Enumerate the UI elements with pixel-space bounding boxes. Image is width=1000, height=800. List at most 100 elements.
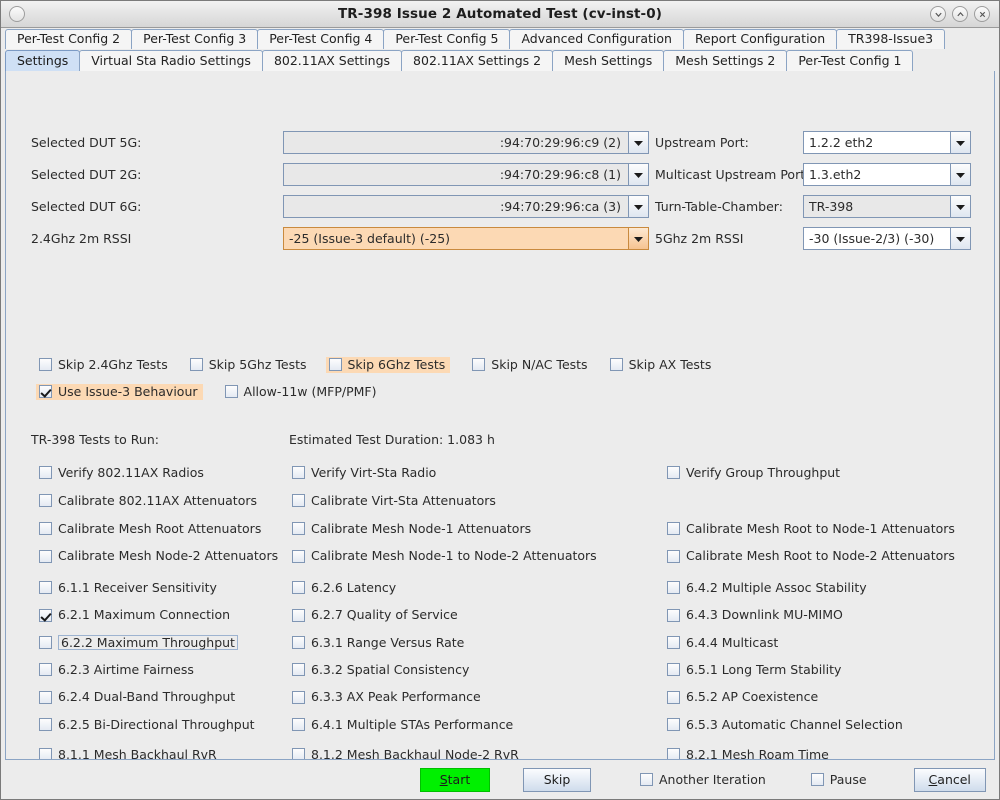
- test-checkbox[interactable]: 6.3.1 Range Versus Rate: [292, 635, 667, 650]
- checkbox-box[interactable]: [292, 549, 305, 563]
- checkbox-box[interactable]: [667, 748, 680, 759]
- checkbox-box[interactable]: [292, 690, 305, 704]
- pause-box[interactable]: [810, 773, 824, 786]
- chevron-down-icon[interactable]: [950, 228, 970, 249]
- test-checkbox[interactable]: 6.5.3 Automatic Channel Selection: [667, 717, 984, 732]
- skip-option-3[interactable]: Skip N/AC Tests: [472, 358, 588, 372]
- checkbox-box[interactable]: [39, 549, 52, 563]
- checkbox-box[interactable]: [667, 549, 680, 563]
- combo-left-2[interactable]: :94:70:29:96:ca (3): [283, 195, 649, 218]
- combo-left-0[interactable]: :94:70:29:96:c9 (2): [283, 131, 649, 154]
- skip-option-4[interactable]: Skip AX Tests: [609, 358, 711, 372]
- tab-report-configuration[interactable]: Report Configuration: [682, 29, 838, 49]
- checkbox-box[interactable]: [224, 385, 238, 399]
- tab-per-test-config-3[interactable]: Per-Test Config 3: [131, 29, 259, 49]
- tab-settings[interactable]: Settings: [5, 50, 81, 71]
- another-iteration-checkbox[interactable]: Another Iteration: [640, 772, 766, 787]
- chevron-down-icon[interactable]: [950, 164, 970, 185]
- chevron-down-icon[interactable]: [950, 132, 970, 153]
- checkbox-box[interactable]: [472, 358, 486, 372]
- checkbox-box[interactable]: [328, 358, 342, 372]
- test-checkbox[interactable]: Calibrate Mesh Node-1 to Node-2 Attenuat…: [292, 549, 667, 563]
- test-checkbox[interactable]: Verify Group Throughput: [667, 466, 984, 480]
- test-checkbox[interactable]: 8.1.1 Mesh Backhaul RvR: [39, 748, 292, 759]
- chevron-down-icon[interactable]: [628, 132, 648, 153]
- checkbox-box[interactable]: [39, 608, 52, 622]
- checkbox-box[interactable]: [667, 718, 680, 732]
- maximize-icon[interactable]: [952, 6, 968, 22]
- test-checkbox[interactable]: 6.2.1 Maximum Connection: [39, 608, 292, 622]
- test-checkbox[interactable]: 6.2.5 Bi-Directional Throughput: [39, 717, 292, 732]
- checkbox-box[interactable]: [39, 636, 52, 650]
- test-checkbox[interactable]: Calibrate Mesh Root to Node-1 Attenuator…: [667, 521, 984, 536]
- pause-checkbox[interactable]: Pause: [810, 772, 867, 787]
- checkbox-box[interactable]: [39, 690, 52, 704]
- checkbox-box[interactable]: [667, 608, 680, 622]
- skip-button[interactable]: Skip: [523, 767, 591, 792]
- checkbox-box[interactable]: [292, 636, 305, 650]
- checkbox-box[interactable]: [667, 690, 680, 704]
- test-checkbox[interactable]: Calibrate Mesh Root to Node-2 Attenuator…: [667, 549, 984, 563]
- checkbox-box[interactable]: [292, 748, 305, 759]
- test-checkbox[interactable]: Verify 802.11AX Radios: [39, 466, 292, 480]
- checkbox-box[interactable]: [292, 581, 305, 595]
- combo-left-3[interactable]: -25 (Issue-3 default) (-25): [283, 227, 649, 250]
- checkbox-box[interactable]: [292, 663, 305, 677]
- tab-per-test-config-4[interactable]: Per-Test Config 4: [257, 29, 385, 49]
- checkbox-box[interactable]: [39, 718, 52, 732]
- combo-right-3[interactable]: -30 (Issue-2/3) (-30): [803, 227, 971, 250]
- tab-802-11ax-settings-2[interactable]: 802.11AX Settings 2: [401, 50, 554, 71]
- tab-tr398-issue3[interactable]: TR398-Issue3: [836, 29, 946, 49]
- checkbox-box[interactable]: [292, 521, 305, 535]
- checkbox-box[interactable]: [39, 466, 52, 480]
- tab-mesh-settings-2[interactable]: Mesh Settings 2: [663, 50, 788, 71]
- test-checkbox[interactable]: Verify Virt-Sta Radio: [292, 466, 667, 480]
- test-checkbox[interactable]: Calibrate Mesh Root Attenuators: [39, 521, 292, 536]
- test-checkbox[interactable]: 6.4.2 Multiple Assoc Stability: [667, 581, 984, 595]
- test-checkbox[interactable]: 6.4.1 Multiple STAs Performance: [292, 717, 667, 732]
- tab-802-11ax-settings[interactable]: 802.11AX Settings: [261, 50, 403, 71]
- checkbox-box[interactable]: [667, 521, 680, 535]
- tab-advanced-configuration[interactable]: Advanced Configuration: [509, 29, 684, 49]
- test-checkbox[interactable]: Calibrate Mesh Node-1 Attenuators: [292, 521, 667, 536]
- checkbox-box[interactable]: [292, 466, 305, 480]
- test-checkbox[interactable]: 6.1.1 Receiver Sensitivity: [39, 581, 292, 595]
- behaviour-option-1[interactable]: Allow-11w (MFP/PMF): [224, 385, 377, 399]
- test-checkbox[interactable]: 6.2.4 Dual-Band Throughput: [39, 690, 292, 704]
- tab-mesh-settings[interactable]: Mesh Settings: [552, 50, 665, 71]
- test-checkbox[interactable]: 6.4.4 Multicast: [667, 635, 984, 650]
- checkbox-box[interactable]: [667, 663, 680, 677]
- chevron-down-icon[interactable]: [628, 164, 648, 185]
- checkbox-box[interactable]: [609, 358, 623, 372]
- test-checkbox[interactable]: Calibrate Virt-Sta Attenuators: [292, 493, 667, 508]
- another-iteration-box[interactable]: [640, 773, 653, 786]
- test-checkbox[interactable]: 6.3.3 AX Peak Performance: [292, 690, 667, 704]
- test-checkbox[interactable]: 6.2.3 Airtime Fairness: [39, 663, 292, 677]
- combo-right-1[interactable]: 1.3.eth2: [803, 163, 971, 186]
- checkbox-box[interactable]: [39, 748, 52, 759]
- tab-per-test-config-1[interactable]: Per-Test Config 1: [786, 50, 914, 71]
- skip-option-0[interactable]: Skip 2.4Ghz Tests: [39, 358, 168, 372]
- checkbox-box[interactable]: [667, 636, 680, 650]
- test-checkbox[interactable]: 6.4.3 Downlink MU-MIMO: [667, 608, 984, 622]
- test-checkbox[interactable]: Calibrate 802.11AX Attenuators: [39, 493, 292, 508]
- checkbox-box[interactable]: [189, 358, 203, 372]
- skip-option-1[interactable]: Skip 5Ghz Tests: [189, 358, 307, 372]
- tab-per-test-config-2[interactable]: Per-Test Config 2: [5, 29, 133, 49]
- close-icon[interactable]: [974, 6, 990, 22]
- window-menu-icon[interactable]: [9, 6, 25, 22]
- checkbox-box[interactable]: [39, 663, 52, 677]
- test-checkbox[interactable]: 6.2.2 Maximum Throughput: [39, 634, 292, 651]
- test-checkbox[interactable]: 6.3.2 Spatial Consistency: [292, 663, 667, 677]
- checkbox-box[interactable]: [667, 581, 680, 595]
- test-checkbox[interactable]: 6.2.7 Quality of Service: [292, 608, 667, 622]
- tab-virtual-sta-radio-settings[interactable]: Virtual Sta Radio Settings: [79, 50, 263, 71]
- checkbox-box[interactable]: [39, 358, 52, 372]
- test-checkbox[interactable]: 6.2.6 Latency: [292, 581, 667, 595]
- tab-per-test-config-5[interactable]: Per-Test Config 5: [383, 29, 511, 49]
- test-checkbox[interactable]: Calibrate Mesh Node-2 Attenuators: [39, 549, 292, 563]
- checkbox-box[interactable]: [39, 494, 52, 508]
- test-checkbox[interactable]: 6.5.2 AP Coexistence: [667, 690, 984, 704]
- chevron-down-icon[interactable]: [628, 228, 648, 249]
- checkbox-box[interactable]: [39, 385, 52, 399]
